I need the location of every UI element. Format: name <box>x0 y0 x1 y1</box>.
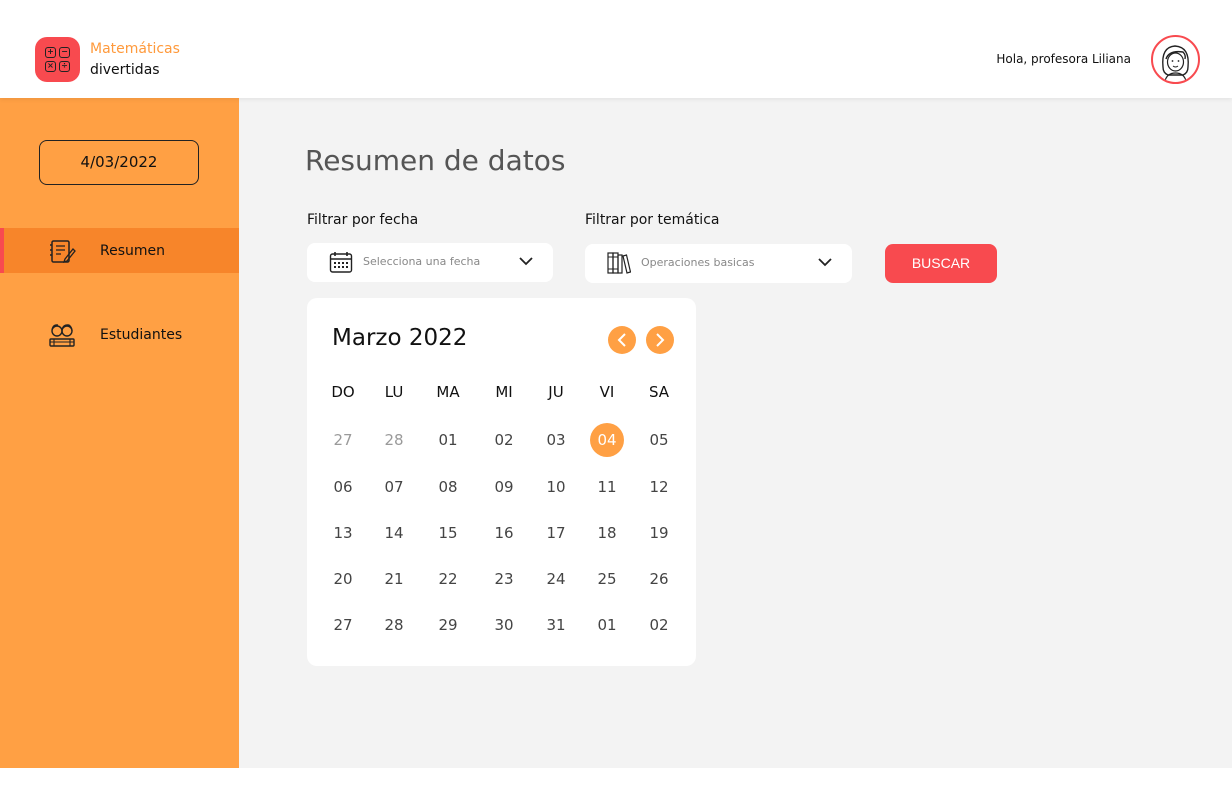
date-filter-label: Filtrar por fecha <box>307 212 419 228</box>
calendar-day[interactable]: 14 <box>377 516 411 550</box>
sidebar-item-resumen[interactable]: Resumen <box>0 228 239 273</box>
calendar-day[interactable]: 07 <box>377 470 411 504</box>
main-content: Resumen de datos Filtrar por fecha Selec… <box>239 98 1232 768</box>
calendar-day[interactable]: 11 <box>590 470 624 504</box>
calendar-day[interactable]: 17 <box>539 516 573 550</box>
students-icon <box>49 323 75 347</box>
calculator-icon: + − × ÷ <box>35 37 80 82</box>
calendar-day[interactable]: 18 <box>590 516 624 550</box>
calendar-day[interactable]: 29 <box>431 608 465 642</box>
calendar-day[interactable]: 31 <box>539 608 573 642</box>
calendar-day[interactable]: 05 <box>642 423 676 457</box>
calendar-day[interactable]: 06 <box>326 470 360 504</box>
calendar-day[interactable]: 08 <box>431 470 465 504</box>
brand-name-line2: divertidas <box>90 62 160 78</box>
calendar-day[interactable]: 02 <box>642 608 676 642</box>
chevron-down-icon <box>519 257 533 266</box>
weekday-header: DO <box>331 383 355 401</box>
date-picker-calendar: Marzo 2022 DO LU MA MI JU VI SA 27 28 01 02 03 04 05 0… <box>307 298 696 666</box>
books-icon <box>607 252 631 274</box>
calendar-day[interactable]: 10 <box>539 470 573 504</box>
calendar-day[interactable]: 15 <box>431 516 465 550</box>
calendar-day[interactable]: 09 <box>487 470 521 504</box>
next-month-button[interactable] <box>646 326 674 354</box>
calendar-day[interactable]: 26 <box>642 562 676 596</box>
calendar-day[interactable]: 27 <box>326 423 360 457</box>
weekday-header: MI <box>495 383 513 401</box>
notebook-pencil-icon <box>50 239 76 263</box>
calendar-day[interactable]: 21 <box>377 562 411 596</box>
previous-month-button[interactable] <box>608 326 636 354</box>
user-greeting: Hola, profesora Liliana <box>996 52 1131 66</box>
calendar-day[interactable]: 23 <box>487 562 521 596</box>
brand-name-line1: Matemáticas <box>90 41 180 57</box>
weekday-header: LU <box>384 383 404 401</box>
calendar-day[interactable]: 01 <box>431 423 465 457</box>
chevron-down-icon <box>818 258 832 267</box>
weekday-header: SA <box>648 383 670 401</box>
calendar-day[interactable]: 20 <box>326 562 360 596</box>
calendar-day[interactable]: 28 <box>377 608 411 642</box>
page-title: Resumen de datos <box>305 144 566 177</box>
calendar-day[interactable]: 30 <box>487 608 521 642</box>
calendar-day[interactable]: 22 <box>431 562 465 596</box>
weekday-header: MA <box>436 383 460 401</box>
calendar-day[interactable]: 27 <box>326 608 360 642</box>
date-filter-select[interactable]: Selecciona una fecha <box>307 243 553 282</box>
search-button[interactable]: BUSCAR <box>885 244 997 283</box>
calendar-day[interactable]: 02 <box>487 423 521 457</box>
calendar-day[interactable]: 24 <box>539 562 573 596</box>
calendar-day[interactable]: 01 <box>590 608 624 642</box>
calendar-day[interactable]: 16 <box>487 516 521 550</box>
date-filter-placeholder: Selecciona una fecha <box>363 255 481 268</box>
topic-filter-select[interactable]: Operaciones basicas <box>585 244 852 283</box>
avatar[interactable] <box>1151 35 1200 84</box>
calendar-day[interactable]: 12 <box>642 470 676 504</box>
calendar-day[interactable]: 13 <box>326 516 360 550</box>
calendar-day[interactable]: 04 <box>590 423 624 457</box>
top-header: + − × ÷ Matemáticas divertidas Hola, pro… <box>0 0 1232 98</box>
sidebar-item-estudiantes[interactable]: Estudiantes <box>0 312 239 357</box>
calendar-icon <box>329 252 353 273</box>
weekday-header: JU <box>548 383 564 401</box>
teacher-avatar-icon <box>1162 45 1189 82</box>
topic-filter-value: Operaciones basicas <box>641 256 755 269</box>
weekday-header: VI <box>599 383 615 401</box>
calendar-day[interactable]: 28 <box>377 423 411 457</box>
calendar-day[interactable]: 19 <box>642 516 676 550</box>
calendar-month-title: Marzo 2022 <box>332 325 468 351</box>
calendar-day[interactable]: 03 <box>539 423 573 457</box>
sidebar-item-label: Estudiantes <box>100 326 183 343</box>
sidebar: 4/03/2022 Resumen Estudiantes <box>0 98 239 768</box>
calendar-day[interactable]: 25 <box>590 562 624 596</box>
chevron-right-icon <box>656 333 665 347</box>
chevron-left-icon <box>617 333 626 347</box>
footer-strip <box>0 768 1232 790</box>
current-date: 4/03/2022 <box>39 140 199 185</box>
topic-filter-label: Filtrar por temática <box>585 212 720 228</box>
sidebar-item-label: Resumen <box>100 242 166 259</box>
